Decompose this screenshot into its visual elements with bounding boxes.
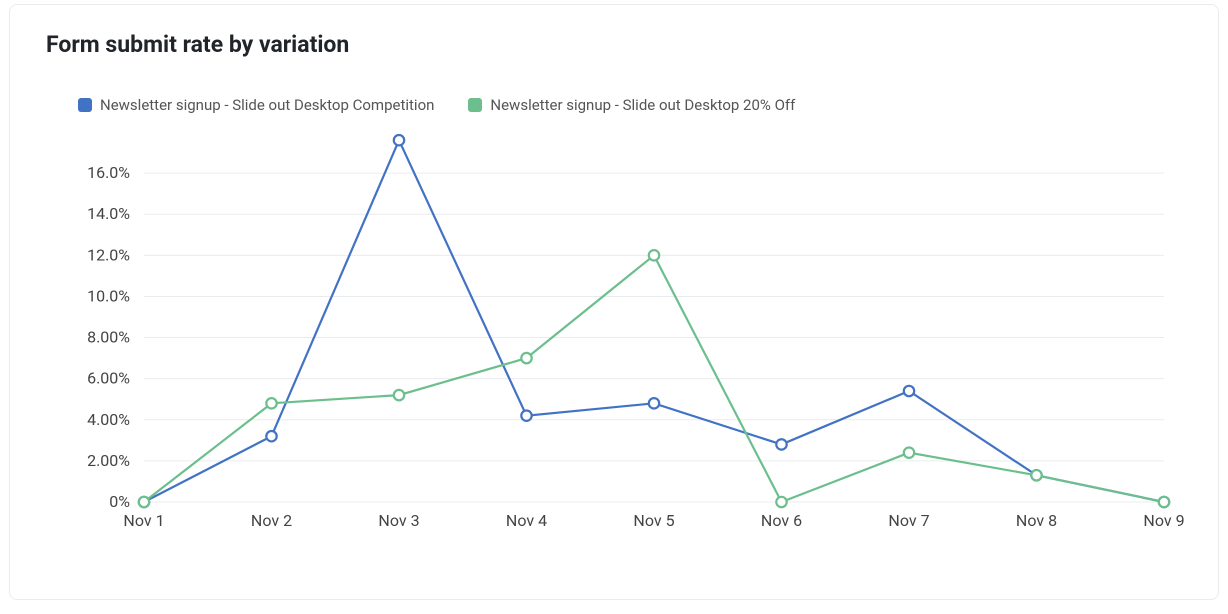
x-axis-tick-label: Nov 9 [1143, 511, 1184, 530]
data-point[interactable] [649, 398, 659, 408]
data-point[interactable] [139, 497, 149, 507]
series-line-0 [144, 140, 1164, 502]
legend-item-20off[interactable]: Newsletter signup - Slide out Desktop 20… [468, 96, 795, 114]
data-point[interactable] [266, 398, 276, 408]
legend-item-competition[interactable]: Newsletter signup - Slide out Desktop Co… [78, 96, 434, 114]
y-axis-tick-label: 0% [109, 492, 130, 511]
data-point[interactable] [394, 390, 404, 400]
y-axis-tick-label: 10.0% [87, 286, 130, 305]
x-axis-tick-label: Nov 8 [1016, 511, 1057, 530]
data-point[interactable] [649, 250, 659, 260]
chart-legend: Newsletter signup - Slide out Desktop Co… [78, 96, 1194, 114]
legend-label: Newsletter signup - Slide out Desktop 20… [490, 96, 795, 114]
y-axis-tick-label: 14.0% [87, 204, 130, 223]
x-axis-tick-label: Nov 1 [123, 511, 164, 530]
data-point[interactable] [266, 431, 276, 441]
data-point[interactable] [904, 447, 914, 457]
x-axis-tick-label: Nov 6 [761, 511, 802, 530]
legend-label: Newsletter signup - Slide out Desktop Co… [100, 96, 434, 114]
x-axis-tick-label: Nov 7 [888, 511, 929, 530]
data-point[interactable] [904, 386, 914, 396]
x-axis-tick-label: Nov 4 [506, 511, 547, 530]
y-axis-tick-label: 2.00% [87, 451, 130, 470]
y-axis-tick-label: 8.00% [87, 328, 130, 347]
data-point[interactable] [521, 353, 531, 363]
y-axis-tick-label: 6.00% [87, 369, 130, 388]
data-point[interactable] [776, 439, 786, 449]
x-axis-tick-label: Nov 3 [378, 511, 419, 530]
line-chart-svg: 0% 2.00% 4.00% 6.00% 8.00% 10.0% 12.0% 14.0% 16.… [34, 122, 1194, 542]
data-point[interactable] [1031, 470, 1041, 480]
legend-swatch-icon [78, 98, 92, 112]
chart-card: Form submit rate by variation Newsletter… [9, 4, 1219, 600]
y-axis-tick-label: 12.0% [87, 245, 130, 264]
y-axis-tick-label: 4.00% [87, 410, 130, 429]
data-point[interactable] [776, 497, 786, 507]
chart-plot-area: 0% 2.00% 4.00% 6.00% 8.00% 10.0% 12.0% 14.0% 16.… [34, 122, 1194, 542]
data-point[interactable] [1159, 497, 1169, 507]
chart-title: Form submit rate by variation [46, 31, 1194, 58]
data-point[interactable] [521, 410, 531, 420]
x-axis-tick-label: Nov 5 [633, 511, 674, 530]
data-point[interactable] [394, 135, 404, 145]
y-axis-tick-label: 16.0% [87, 163, 130, 182]
x-axis-tick-label: Nov 2 [251, 511, 292, 530]
legend-swatch-icon [468, 98, 482, 112]
